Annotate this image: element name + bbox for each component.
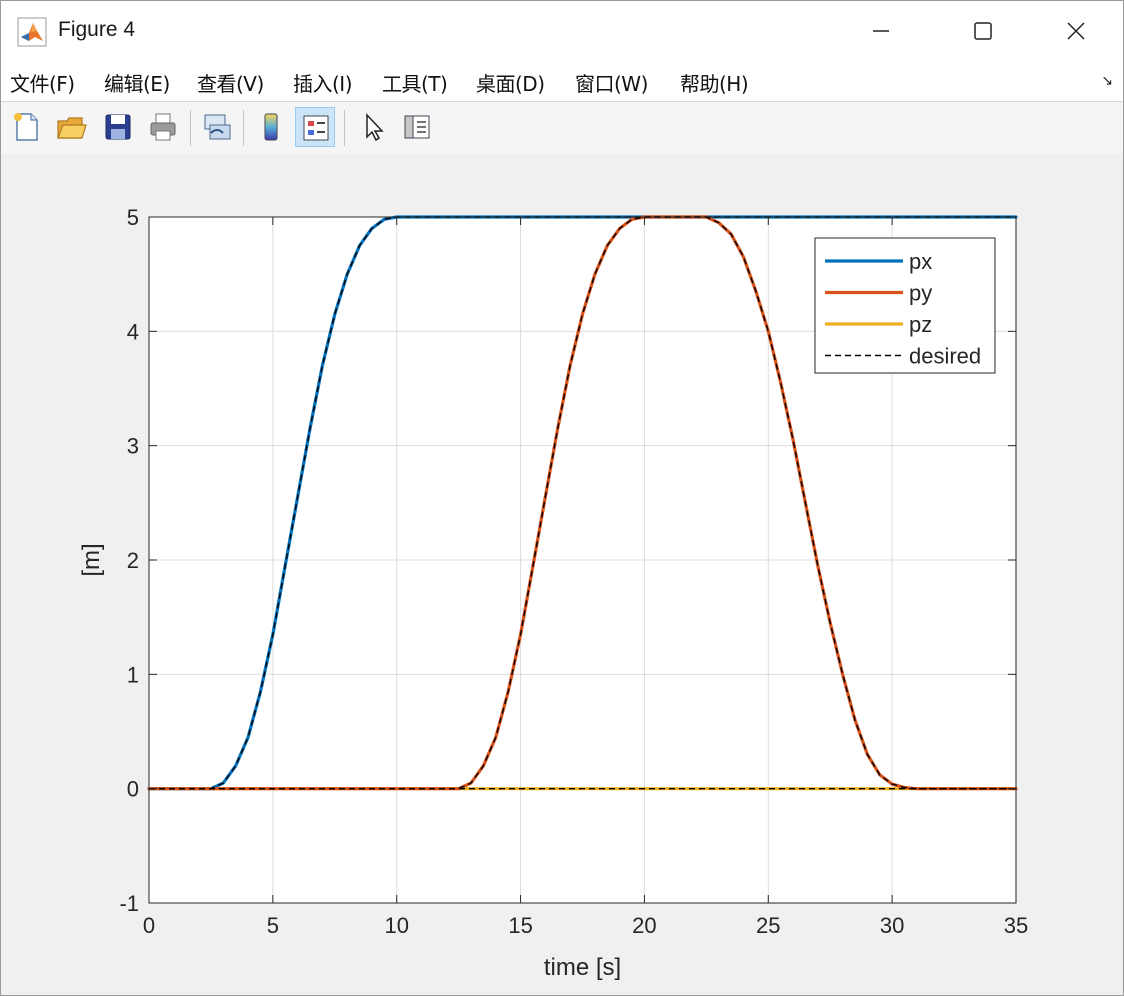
menu-bar: 文件(F) 编辑(E) 查看(V) 插入(I) 工具(T) 桌面(D) 窗口(W… bbox=[1, 61, 1123, 101]
menu-desktop[interactable]: 桌面(D) bbox=[476, 68, 545, 97]
minimize-icon bbox=[873, 30, 889, 32]
legend-label-pz: pz bbox=[909, 312, 932, 337]
print-button[interactable] bbox=[143, 107, 183, 147]
colorbar-icon bbox=[264, 113, 278, 141]
open-file-icon bbox=[57, 117, 87, 139]
menu-file[interactable]: 文件(F) bbox=[10, 68, 75, 97]
menu-edit[interactable]: 编辑(E) bbox=[104, 68, 170, 97]
y-tick-label: 4 bbox=[127, 319, 139, 344]
legend-button[interactable] bbox=[295, 107, 335, 147]
figure-window: Figure 4 文件(F) 编辑(E) 查看(V) 插入(I) 工具(T) 桌… bbox=[0, 0, 1124, 996]
property-editor-icon bbox=[404, 115, 430, 139]
y-axis-label: [m] bbox=[78, 543, 105, 576]
link-plot-icon bbox=[204, 114, 231, 140]
property-editor-button[interactable] bbox=[397, 107, 437, 147]
plot-axes[interactable]: 0 5 10 15 20 25 30 35-1012345 time [s] [m] pxpy… bbox=[1, 154, 1123, 995]
maximize-button[interactable] bbox=[963, 11, 1003, 51]
x-tick-label: 20 bbox=[632, 913, 656, 938]
toolbar-separator bbox=[190, 110, 191, 146]
toolbar-separator bbox=[344, 110, 345, 146]
window-title: Figure 4 bbox=[58, 18, 136, 41]
x-tick-label: 15 bbox=[508, 913, 532, 938]
menu-window[interactable]: 窗口(W) bbox=[575, 68, 648, 97]
menu-insert[interactable]: 插入(I) bbox=[293, 68, 353, 97]
y-tick-label: 0 bbox=[127, 777, 139, 802]
menu-help[interactable]: 帮助(H) bbox=[680, 68, 749, 97]
x-axis-label: time [s] bbox=[544, 954, 621, 981]
y-tick-label: 1 bbox=[127, 662, 139, 687]
toolbar bbox=[1, 101, 1123, 155]
x-tick-label: 25 bbox=[756, 913, 780, 938]
y-tick-label: 3 bbox=[127, 434, 139, 459]
y-tick-label: 5 bbox=[127, 205, 139, 230]
new-figure-icon bbox=[14, 113, 38, 141]
y-tick-label: 2 bbox=[127, 548, 139, 573]
save-icon bbox=[105, 114, 131, 140]
x-tick-label: 5 bbox=[267, 913, 279, 938]
minimize-button[interactable] bbox=[861, 11, 901, 51]
new-figure-button[interactable] bbox=[6, 107, 46, 147]
close-button[interactable] bbox=[1056, 11, 1096, 51]
legend[interactable]: px py pz desired bbox=[814, 237, 996, 374]
x-tick-label: 30 bbox=[880, 913, 904, 938]
figure-canvas: 0 5 10 15 20 25 30 35 -1 0 1 2 3 4 5 time [s] [m] px py… bbox=[1, 154, 1123, 995]
open-file-button[interactable] bbox=[51, 107, 91, 147]
toolbar-separator bbox=[243, 110, 244, 146]
menu-tools[interactable]: 工具(T) bbox=[382, 68, 448, 97]
y-tick-label: -1 bbox=[119, 891, 139, 916]
print-icon bbox=[150, 113, 176, 141]
pointer-icon bbox=[366, 113, 384, 142]
link-plot-button[interactable] bbox=[197, 107, 237, 147]
expand-arrow-icon[interactable]: ↘ bbox=[1101, 73, 1113, 89]
matlab-logo-icon bbox=[17, 17, 47, 47]
close-icon bbox=[1067, 22, 1085, 40]
colorbar-button[interactable] bbox=[251, 107, 291, 147]
save-button[interactable] bbox=[98, 107, 138, 147]
legend-label-py: py bbox=[909, 281, 932, 306]
menu-view[interactable]: 查看(V) bbox=[197, 68, 264, 97]
x-tick-label: 35 bbox=[1004, 913, 1028, 938]
pointer-button[interactable] bbox=[353, 107, 393, 147]
legend-label-desired: desired bbox=[909, 344, 981, 369]
legend-icon bbox=[303, 115, 329, 141]
x-tick-label: 0 bbox=[143, 913, 155, 938]
maximize-icon bbox=[974, 22, 992, 40]
x-tick-label: 10 bbox=[384, 913, 408, 938]
title-bar[interactable]: Figure 4 bbox=[1, 1, 1123, 61]
legend-label-px: px bbox=[909, 249, 932, 274]
